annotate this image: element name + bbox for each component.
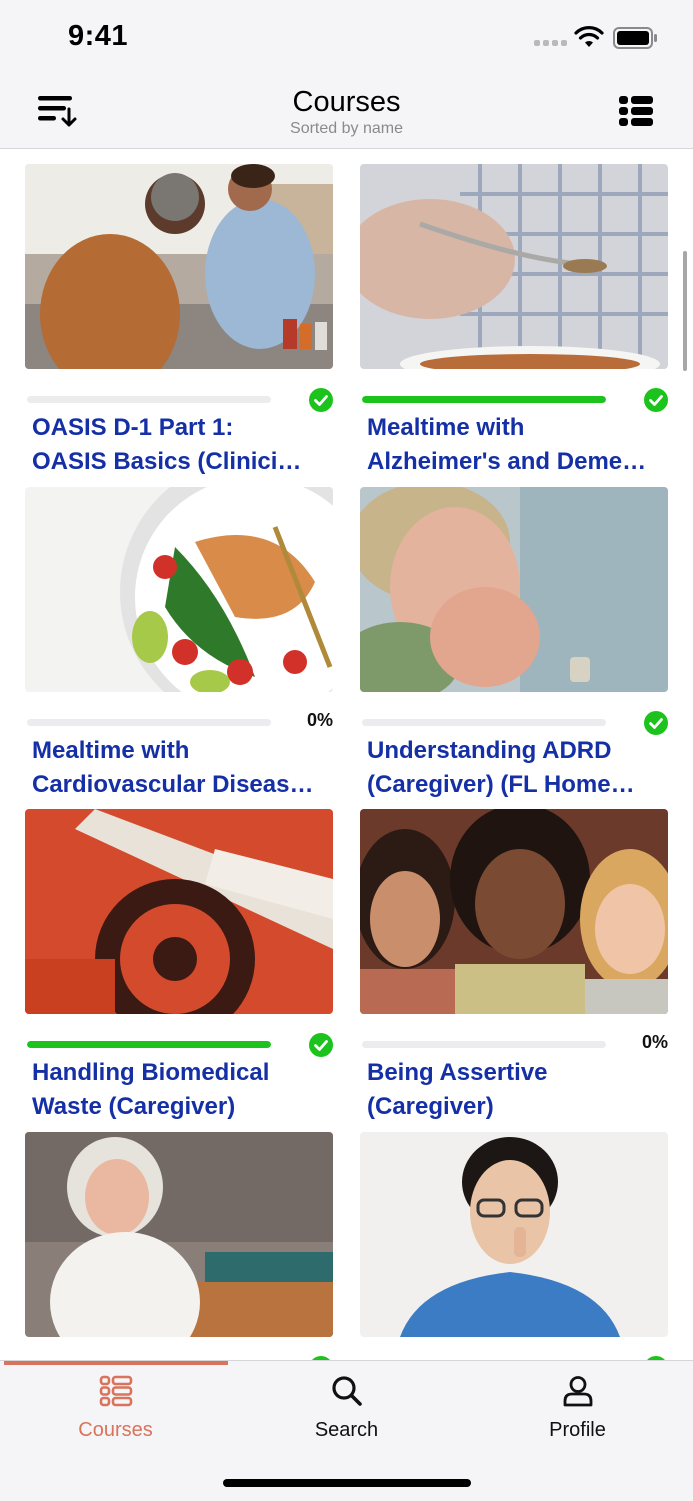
tab-label: Profile	[549, 1419, 606, 1441]
tab-search[interactable]: Search	[231, 1361, 462, 1451]
tab-label: Search	[314, 1419, 379, 1441]
tab-bar: Courses Search Profile	[0, 1360, 693, 1501]
course-title[interactable]: Understanding ADRD (Caregiver) (FL Home…	[367, 734, 663, 802]
course-card[interactable]	[360, 1132, 668, 1360]
page-title: Courses	[292, 86, 401, 118]
course-image-salmon-salad-plate	[25, 487, 333, 692]
progress-bar	[27, 1041, 271, 1048]
checkmark-circle-icon	[309, 388, 333, 412]
sort-subtitle: Sorted by name	[290, 120, 403, 137]
layout-toggle-button[interactable]	[615, 92, 659, 130]
nav-bar: Courses Sorted by name	[0, 78, 693, 149]
percent-label: 0%	[641, 1032, 668, 1052]
tab-courses[interactable]: Courses	[0, 1361, 231, 1451]
course-card[interactable]: Understanding ADRD (Caregiver) (FL Home…	[360, 487, 668, 798]
progress-fill	[27, 1041, 271, 1048]
course-image-three-smiling-women	[360, 809, 668, 1014]
progress-fill	[362, 396, 606, 403]
profile-icon	[563, 1376, 592, 1407]
tab-label: Courses	[78, 1419, 153, 1441]
home-indicator[interactable]	[223, 1479, 471, 1487]
course-card[interactable]: 0% Mealtime with Cardiovascular Diseas…	[25, 487, 333, 798]
progress-bar	[27, 396, 271, 403]
course-card[interactable]: Mealtime with Alzheimer's and Deme…	[360, 164, 668, 475]
course-image-smiling-senior-woman	[25, 1132, 333, 1337]
signal-icon	[534, 40, 567, 46]
course-title[interactable]: OASIS D-1 Part 1: OASIS Basics (Clinici…	[32, 411, 328, 479]
course-title[interactable]: Mealtime with Alzheimer's and Deme…	[367, 411, 663, 479]
checkmark-circle-icon	[644, 388, 668, 412]
course-image-elderly-hand-spoon-soup	[360, 164, 668, 369]
battery-icon	[613, 27, 657, 49]
course-title[interactable]: Being Assertive (Caregiver)	[367, 1056, 663, 1124]
course-card[interactable]: 0% Being Assertive (Caregiver)	[360, 809, 668, 1120]
course-image-biohazard-bag	[25, 809, 333, 1014]
tab-profile[interactable]: Profile	[462, 1361, 693, 1451]
checkmark-circle-icon	[309, 1033, 333, 1057]
course-image-nurse-shushing	[360, 1132, 668, 1337]
progress-bar	[27, 719, 271, 726]
course-card[interactable]: OASIS D-1 Part 1: OASIS Basics (Clinici…	[25, 164, 333, 475]
course-image-elderly-woman-thinking	[360, 487, 668, 692]
wifi-icon	[574, 26, 604, 47]
courses-grid-icon	[99, 1375, 132, 1407]
course-image-nurse-visiting-patient	[25, 164, 333, 369]
course-grid[interactable]: OASIS D-1 Part 1: OASIS Basics (Clinici……	[0, 149, 693, 1360]
checkmark-circle-icon	[644, 711, 668, 735]
progress-bar	[362, 1041, 606, 1048]
progress-bar	[362, 396, 606, 403]
progress-bar	[362, 719, 606, 726]
course-card[interactable]	[25, 1132, 333, 1360]
course-title[interactable]: Handling Biomedical Waste (Caregiver)	[32, 1056, 328, 1124]
scrollbar[interactable]	[683, 251, 687, 371]
course-title[interactable]: Mealtime with Cardiovascular Diseas…	[32, 734, 328, 802]
status-time: 9:41	[68, 20, 129, 52]
course-card[interactable]: Handling Biomedical Waste (Caregiver)	[25, 809, 333, 1120]
search-icon	[331, 1376, 362, 1406]
list-layout-icon	[619, 96, 653, 126]
status-bar: 9:41	[0, 0, 693, 78]
percent-label: 0%	[306, 710, 333, 730]
